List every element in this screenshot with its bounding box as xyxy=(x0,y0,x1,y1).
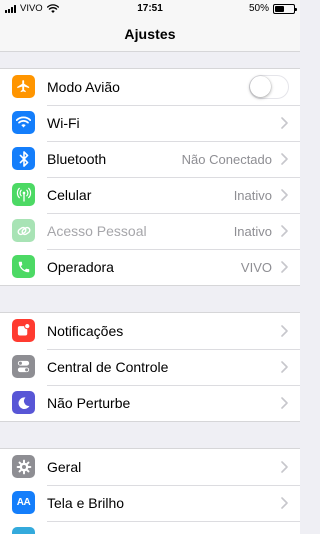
battery-level xyxy=(275,6,284,12)
row-wifi[interactable]: Wi-Fi xyxy=(0,105,300,141)
row-label: Operadora xyxy=(47,259,114,275)
row-carrier[interactable]: Operadora VIVO xyxy=(0,249,300,285)
page-title: Ajustes xyxy=(124,26,176,42)
switches-icon xyxy=(12,355,35,378)
row-display-brightness[interactable]: AA Tela e Brilho xyxy=(0,485,300,521)
airplane-mode-toggle[interactable] xyxy=(249,75,289,99)
text-size-glyph: AA xyxy=(16,497,31,508)
wallpaper-icon xyxy=(12,527,35,534)
row-partial-next[interactable] xyxy=(0,521,300,534)
settings-group-connectivity: Modo Avião Wi-Fi Bluetooth Não Conectado xyxy=(0,68,300,286)
row-airplane-mode[interactable]: Modo Avião xyxy=(0,69,300,105)
chevron-right-icon xyxy=(281,117,288,129)
battery-percent: 50% xyxy=(248,3,269,14)
phone-icon xyxy=(12,255,35,278)
bluetooth-icon xyxy=(12,147,35,170)
row-label: Tela e Brilho xyxy=(47,495,125,511)
row-label: Bluetooth xyxy=(47,151,107,167)
row-label: Celular xyxy=(47,187,92,203)
text-size-icon: AA xyxy=(12,491,35,514)
moon-icon xyxy=(12,391,35,414)
row-cellular[interactable]: Celular Inativo xyxy=(0,177,300,213)
notifications-icon xyxy=(12,319,35,342)
row-control-center[interactable]: Central de Controle xyxy=(0,349,300,385)
settings-group-notifications: Notificações Central de Controle Não Per… xyxy=(0,312,300,422)
chevron-right-icon xyxy=(281,497,288,509)
chevron-right-icon xyxy=(281,361,288,373)
row-value: VIVO xyxy=(240,260,272,275)
toggle-knob xyxy=(250,76,271,97)
settings-group-general: Geral AA Tela e Brilho xyxy=(0,448,300,534)
row-bluetooth[interactable]: Bluetooth Não Conectado xyxy=(0,141,300,177)
link-icon xyxy=(12,219,35,242)
status-bar: VIVO 17:51 50% xyxy=(0,0,300,18)
antenna-icon xyxy=(12,183,35,206)
row-label: Notificações xyxy=(47,323,124,339)
row-label: Wi-Fi xyxy=(47,115,80,131)
row-personal-hotspot[interactable]: Acesso Pessoal Inativo xyxy=(0,213,300,249)
gear-icon xyxy=(12,455,35,478)
chevron-right-icon xyxy=(281,397,288,409)
row-value: Não Conectado xyxy=(181,152,272,167)
airplane-icon xyxy=(12,75,35,98)
row-label: Não Perturbe xyxy=(47,395,131,411)
chevron-right-icon xyxy=(281,325,288,337)
row-label: Central de Controle xyxy=(47,359,169,375)
chevron-right-icon xyxy=(281,261,288,273)
row-value: Inativo xyxy=(233,188,272,203)
row-notifications[interactable]: Notificações xyxy=(0,313,300,349)
chevron-right-icon xyxy=(281,225,288,237)
row-do-not-disturb[interactable]: Não Perturbe xyxy=(0,385,300,421)
battery-icon xyxy=(273,4,297,14)
chevron-right-icon xyxy=(281,461,288,473)
row-label: Acesso Pessoal xyxy=(47,223,147,239)
navigation-bar: Ajustes xyxy=(0,18,300,52)
row-general[interactable]: Geral xyxy=(0,449,300,485)
chevron-right-icon xyxy=(281,189,288,201)
wifi-icon xyxy=(12,111,35,134)
chevron-right-icon xyxy=(281,153,288,165)
row-value: Inativo xyxy=(233,224,272,239)
row-label: Geral xyxy=(47,459,82,475)
row-label: Modo Avião xyxy=(47,79,120,95)
